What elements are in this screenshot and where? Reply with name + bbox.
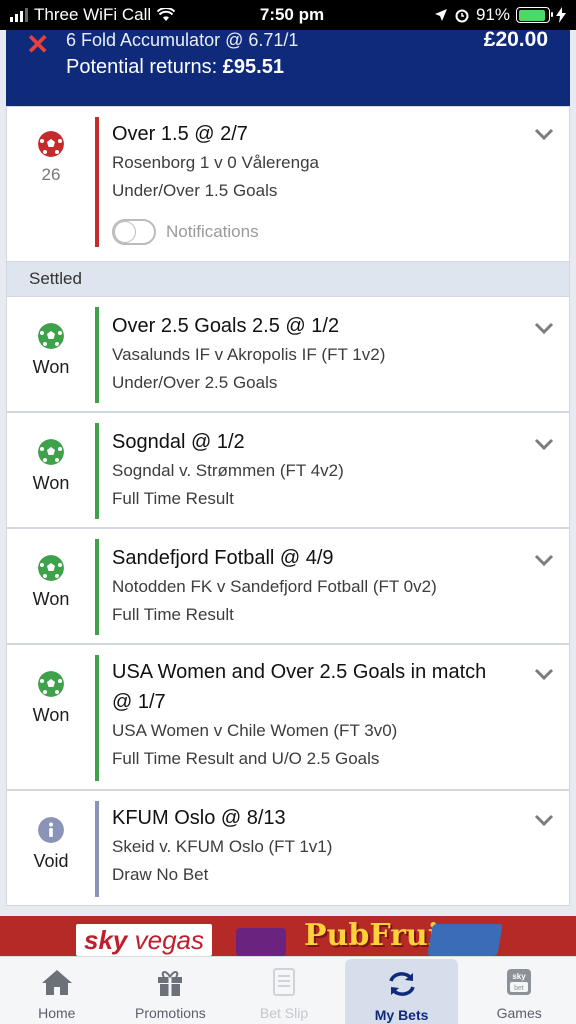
bet-status: Void (33, 851, 69, 871)
bet-title: Over 2.5 Goals 2.5 @ 1/2 (112, 315, 340, 337)
bet-status: Won (32, 705, 70, 725)
football-green-icon (38, 439, 64, 465)
bet-match: Notodden FK v Sandefjord Fotball (FT 0v2… (112, 577, 437, 596)
bet-market: Full Time Result and U/O 2.5 Goals (112, 749, 380, 768)
bet-title: Sogndal @ 1/2 (112, 431, 245, 453)
bet-market: Under/Over 1.5 Goals (112, 181, 278, 200)
status-bar-won (95, 539, 99, 635)
returns-label: Potential returns: (66, 56, 218, 78)
tab-label: Games (496, 1005, 542, 1021)
bet-match: Vasalunds IF v Akropolis IF (FT 1v2) (112, 345, 386, 364)
bet-match: Rosenborg 1 v 0 Vålerenga (112, 153, 319, 172)
bet-status: Won (32, 473, 70, 493)
football-red-icon (38, 131, 64, 157)
bet-title: Over 1.5 @ 2/7 (112, 123, 248, 145)
info-icon (38, 817, 64, 843)
gift-icon (158, 971, 183, 996)
settled-bet-card[interactable]: Void KFUM Oslo @ 8/13 Skeid v. KFUM Oslo… (6, 790, 570, 906)
status-bar-void (95, 801, 99, 897)
tab-label: Bet Slip (259, 1005, 309, 1021)
brand-vegas: vegas (134, 925, 205, 955)
refresh-icon (388, 972, 415, 996)
charging-icon (556, 7, 566, 23)
slot-reel-image (427, 924, 503, 956)
bottom-tab-bar: Home Promotions Bet Slip My Bets sky bet… (0, 956, 576, 1024)
tab-label: My Bets (374, 1007, 429, 1023)
signal-icon (10, 8, 28, 22)
svg-text:sky: sky (512, 972, 526, 981)
tab-bet-slip[interactable]: Bet Slip (227, 957, 341, 1024)
bet-match: Skeid v. KFUM Oslo (FT 1v1) (112, 837, 333, 856)
match-minute: 26 (41, 165, 61, 184)
bet-title: Sandefjord Fotball @ 4/9 (112, 547, 334, 569)
accumulator-title: 6 Fold Accumulator @ 6.71/1 (66, 30, 299, 50)
football-green-icon (38, 671, 64, 697)
status-bar-won (95, 655, 99, 781)
clock: 7:50 pm (259, 5, 325, 24)
football-green-icon (38, 555, 64, 581)
carrier-label: Three WiFi Call (34, 5, 152, 24)
skybet-icon: sky bet (507, 969, 532, 995)
settled-section-header: Settled (6, 262, 570, 296)
location-icon (434, 9, 447, 21)
wifi-icon (157, 8, 176, 21)
notifications-label: Notifications (166, 222, 259, 241)
football-green-icon (38, 323, 64, 349)
stake-amount: £20.00 (483, 28, 548, 51)
bet-match: Sogndal v. Strømmen (FT 4v2) (112, 461, 344, 480)
settled-bet-card[interactable]: Won USA Women and Over 2.5 Goals in matc… (6, 644, 570, 790)
chevron-down-icon[interactable] (533, 433, 555, 455)
slot-machine-image (236, 928, 286, 956)
tab-home[interactable]: Home (0, 957, 114, 1024)
bet-status: Won (32, 357, 70, 377)
status-bar: Three WiFi Call 7:50 pm 91% (0, 0, 576, 30)
sky-vegas-logo: sky vegas (76, 924, 213, 956)
bet-status: Won (32, 589, 70, 609)
tab-label: Promotions (134, 1005, 206, 1021)
bet-market: Full Time Result (112, 489, 234, 508)
tab-my-bets[interactable]: My Bets (344, 959, 459, 1024)
status-bar-won (95, 423, 99, 519)
notifications-toggle[interactable] (112, 219, 156, 245)
settled-bet-card[interactable]: Won Sandefjord Fotball @ 4/9 Notodden FK… (6, 528, 570, 644)
accumulator-header: ✕ 6 Fold Accumulator @ 6.71/1 £20.00 Pot… (6, 28, 570, 106)
potential-returns: Potential returns: £95.51 (66, 56, 284, 79)
chevron-down-icon[interactable] (533, 663, 555, 685)
tab-promotions[interactable]: Promotions (114, 957, 228, 1024)
chevron-down-icon[interactable] (533, 809, 555, 831)
bet-title: USA Women and Over 2.5 Goals in match @ … (112, 661, 487, 713)
tab-games[interactable]: sky bet Games (462, 957, 576, 1024)
bet-market: Draw No Bet (112, 865, 209, 884)
bet-title: KFUM Oslo @ 8/13 (112, 807, 286, 829)
bet-market: Under/Over 2.5 Goals (112, 373, 278, 392)
bet-market: Full Time Result (112, 605, 234, 624)
chevron-down-icon[interactable] (533, 317, 555, 339)
battery-percent: 91% (475, 5, 510, 24)
close-icon[interactable]: ✕ (26, 28, 49, 61)
status-bar-open (95, 117, 99, 247)
bet-match: USA Women v Chile Women (FT 3v0) (112, 721, 398, 740)
chevron-down-icon[interactable] (533, 123, 555, 145)
returns-value: £95.51 (222, 56, 284, 78)
betslip-icon (272, 968, 295, 996)
chevron-down-icon[interactable] (533, 549, 555, 571)
brand-sky: sky (84, 925, 128, 955)
promo-banner[interactable]: sky vegas PubFruit (0, 916, 576, 956)
open-bet-card[interactable]: 26 Over 1.5 @ 2/7 Rosenborg 1 v 0 Vålere… (6, 106, 570, 262)
alarm-icon (455, 9, 469, 23)
tab-label: Home (38, 1005, 76, 1021)
home-icon (41, 970, 72, 995)
status-bar-won (95, 307, 99, 403)
battery-icon (516, 7, 553, 23)
svg-text:bet: bet (514, 985, 524, 992)
settled-bet-card[interactable]: Won Over 2.5 Goals 2.5 @ 1/2 Vasalunds I… (6, 296, 570, 412)
settled-bet-card[interactable]: Won Sogndal @ 1/2 Sogndal v. Strømmen (F… (6, 412, 570, 528)
